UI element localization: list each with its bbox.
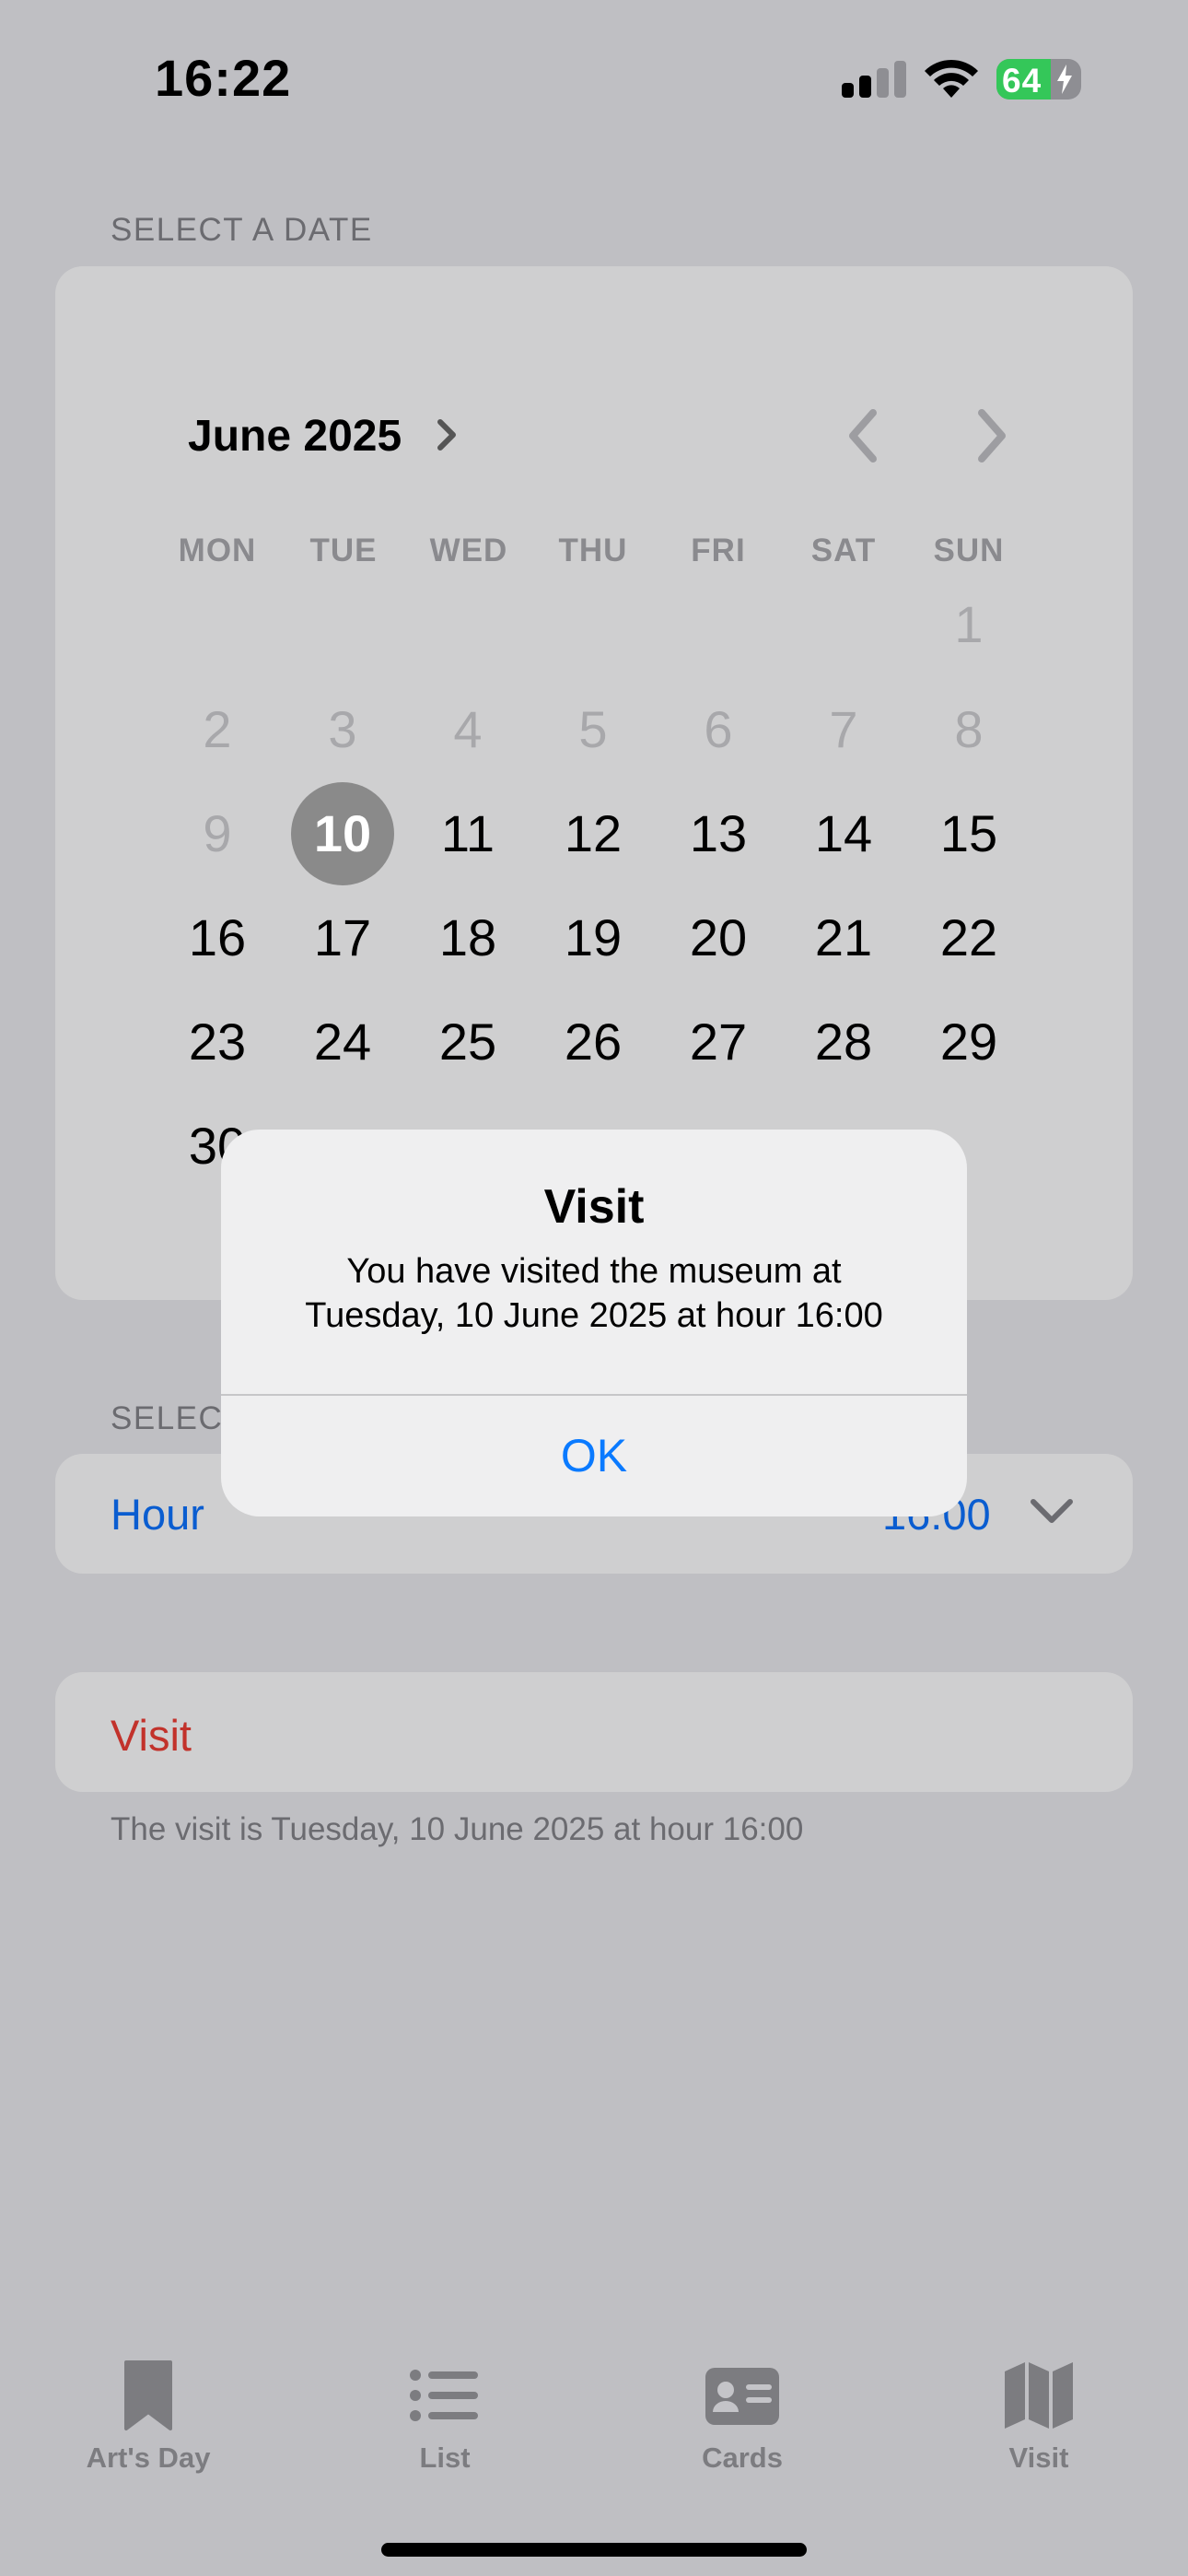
calendar-day[interactable]: 24 xyxy=(291,990,394,1094)
alert-title: Visit xyxy=(543,1180,645,1234)
tab-label: List xyxy=(419,2441,471,2474)
map-icon xyxy=(1005,2362,1073,2429)
weekday-mon: MON xyxy=(178,533,257,568)
calendar-day[interactable]: 28 xyxy=(792,990,895,1094)
person-card-icon xyxy=(705,2368,779,2425)
calendar-day[interactable]: 15 xyxy=(917,782,1020,885)
alert-message-line: You have visited the museum at xyxy=(346,1252,842,1291)
calendar-day[interactable]: 13 xyxy=(667,782,770,885)
charging-bolt-icon xyxy=(1057,64,1072,94)
weekday-sun: SUN xyxy=(933,533,1005,568)
calendar-day[interactable]: 17 xyxy=(291,886,394,989)
calendar-day: 3 xyxy=(328,700,357,758)
chevron-down-icon[interactable] xyxy=(1028,1493,1076,1529)
calendar-day[interactable]: 12 xyxy=(542,782,645,885)
visit-summary-text: The visit is Tuesday, 10 June 2025 at ho… xyxy=(111,1811,804,1847)
tab-label: Cards xyxy=(702,2441,783,2474)
calendar-day[interactable]: 23 xyxy=(166,990,269,1094)
status-time: 16:22 xyxy=(155,49,292,107)
hour-label: Hour xyxy=(111,1490,204,1539)
calendar-day[interactable]: 29 xyxy=(917,990,1020,1094)
month-year-title[interactable]: June 2025 xyxy=(188,411,402,462)
wifi-icon xyxy=(925,59,978,98)
battery-icon: 64 xyxy=(996,59,1081,100)
weekday-wed: WED xyxy=(429,533,508,568)
calendar-day[interactable]: 11 xyxy=(416,782,519,885)
tab-arts-day[interactable]: Art's Day xyxy=(47,2359,250,2475)
calendar-day: 4 xyxy=(453,700,483,758)
calendar-day: 9 xyxy=(203,804,232,862)
calendar-day[interactable]: 20 xyxy=(667,886,770,989)
alert-ok-button[interactable]: OK xyxy=(221,1396,967,1516)
visit-alert-dialog: Visit You have visited the museum at Tue… xyxy=(221,1130,967,1516)
tab-label: Visit xyxy=(1008,2441,1069,2474)
calendar-day: 1 xyxy=(954,595,984,653)
tab-label: Art's Day xyxy=(86,2441,211,2474)
weekday-sat: SAT xyxy=(810,533,877,568)
tab-cards[interactable]: Cards xyxy=(641,2359,844,2475)
next-month-button[interactable] xyxy=(965,405,1017,466)
bookmark-icon xyxy=(124,2360,172,2430)
calendar-day[interactable]: 27 xyxy=(667,990,770,1094)
calendar-day[interactable]: 22 xyxy=(917,886,1020,989)
calendar-day[interactable]: 18 xyxy=(416,886,519,989)
calendar-day: 7 xyxy=(829,700,858,758)
visit-row[interactable] xyxy=(55,1672,1133,1792)
list-icon xyxy=(410,2370,478,2421)
date-section-label: SELECT A DATE xyxy=(111,212,373,248)
cellular-signal-icon xyxy=(842,61,906,98)
alert-message: You have visited the museum at Tuesday, … xyxy=(249,1249,939,1338)
calendar-day[interactable]: 16 xyxy=(166,886,269,989)
previous-month-button[interactable] xyxy=(838,405,890,466)
chevron-right-icon[interactable] xyxy=(433,416,460,453)
weekday-fri: FRI xyxy=(691,533,746,568)
visit-button[interactable]: Visit xyxy=(111,1710,192,1761)
calendar-day: 6 xyxy=(704,700,733,758)
tab-visit[interactable]: Visit xyxy=(938,2359,1140,2475)
alert-message-line: Tuesday, 10 June 2025 at hour 16:00 xyxy=(305,1296,883,1335)
calendar-day[interactable]: 14 xyxy=(792,782,895,885)
battery-percent: 64 xyxy=(1002,62,1042,100)
weekday-tue: TUE xyxy=(309,533,378,568)
calendar-day[interactable]: 19 xyxy=(542,886,645,989)
calendar-day-selected[interactable]: 10 xyxy=(291,782,394,885)
calendar-day[interactable]: 21 xyxy=(792,886,895,989)
calendar-day[interactable]: 26 xyxy=(542,990,645,1094)
calendar-day: 2 xyxy=(203,700,232,758)
weekday-thu: THU xyxy=(558,533,628,568)
tab-list[interactable]: List xyxy=(344,2359,546,2475)
calendar-day: 8 xyxy=(954,700,984,758)
home-indicator[interactable] xyxy=(381,2543,807,2557)
calendar-day: 5 xyxy=(578,700,608,758)
calendar-day[interactable]: 25 xyxy=(416,990,519,1094)
